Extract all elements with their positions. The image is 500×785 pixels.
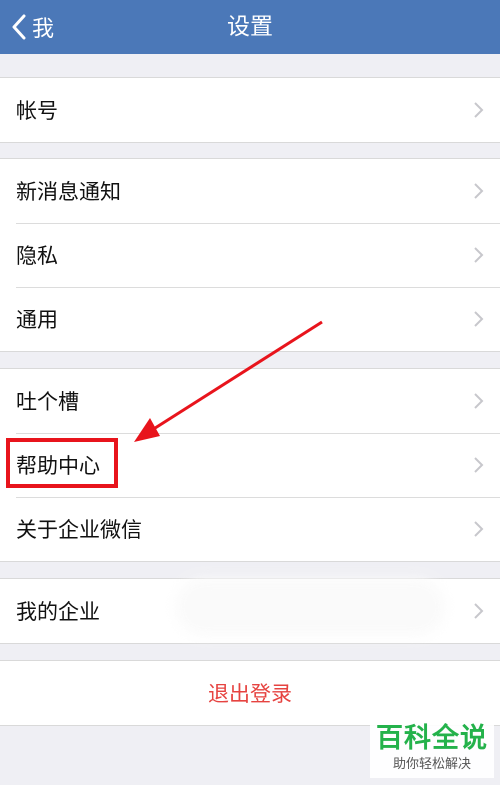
setting-item-label: 吐个槽 bbox=[16, 390, 79, 414]
chevron-right-icon bbox=[474, 393, 484, 409]
watermark: 百科全说 助你轻松解决 bbox=[370, 722, 494, 778]
settings-group-help: 吐个槽 帮助中心 关于企业微信 bbox=[0, 368, 500, 562]
nav-bar: 我 设置 bbox=[0, 0, 500, 54]
setting-item-label: 关于企业微信 bbox=[16, 518, 142, 542]
setting-item-help-center[interactable]: 帮助中心 bbox=[0, 433, 500, 497]
logout-label: 退出登录 bbox=[208, 682, 292, 706]
setting-item-label: 我的企业 bbox=[16, 600, 100, 624]
settings-group-account: 帐号 bbox=[0, 77, 500, 143]
setting-item-privacy[interactable]: 隐私 bbox=[0, 223, 500, 287]
chevron-right-icon bbox=[474, 247, 484, 263]
setting-item-label: 帐号 bbox=[16, 99, 58, 123]
setting-item-about[interactable]: 关于企业微信 bbox=[0, 497, 500, 561]
logout-button[interactable]: 退出登录 bbox=[0, 660, 500, 726]
chevron-right-icon bbox=[474, 457, 484, 473]
setting-item-label: 通用 bbox=[16, 308, 58, 332]
chevron-right-icon bbox=[474, 521, 484, 537]
setting-item-general[interactable]: 通用 bbox=[0, 287, 500, 351]
setting-item-label: 帮助中心 bbox=[16, 454, 100, 478]
page-title: 设置 bbox=[227, 14, 273, 40]
chevron-right-icon bbox=[474, 311, 484, 327]
chevron-right-icon bbox=[474, 603, 484, 619]
setting-item-label: 新消息通知 bbox=[16, 180, 121, 204]
setting-item-label: 隐私 bbox=[16, 244, 58, 268]
chevron-right-icon bbox=[474, 183, 484, 199]
watermark-title: 百科全说 bbox=[376, 723, 488, 754]
settings-group-preferences: 新消息通知 隐私 通用 bbox=[0, 158, 500, 352]
watermark-subtitle: 助你轻松解决 bbox=[392, 757, 471, 772]
setting-item-feedback[interactable]: 吐个槽 bbox=[0, 369, 500, 433]
setting-item-notifications[interactable]: 新消息通知 bbox=[0, 159, 500, 223]
redaction-blur bbox=[175, 578, 445, 636]
setting-item-account[interactable]: 帐号 bbox=[0, 78, 500, 142]
chevron-right-icon bbox=[474, 102, 484, 118]
